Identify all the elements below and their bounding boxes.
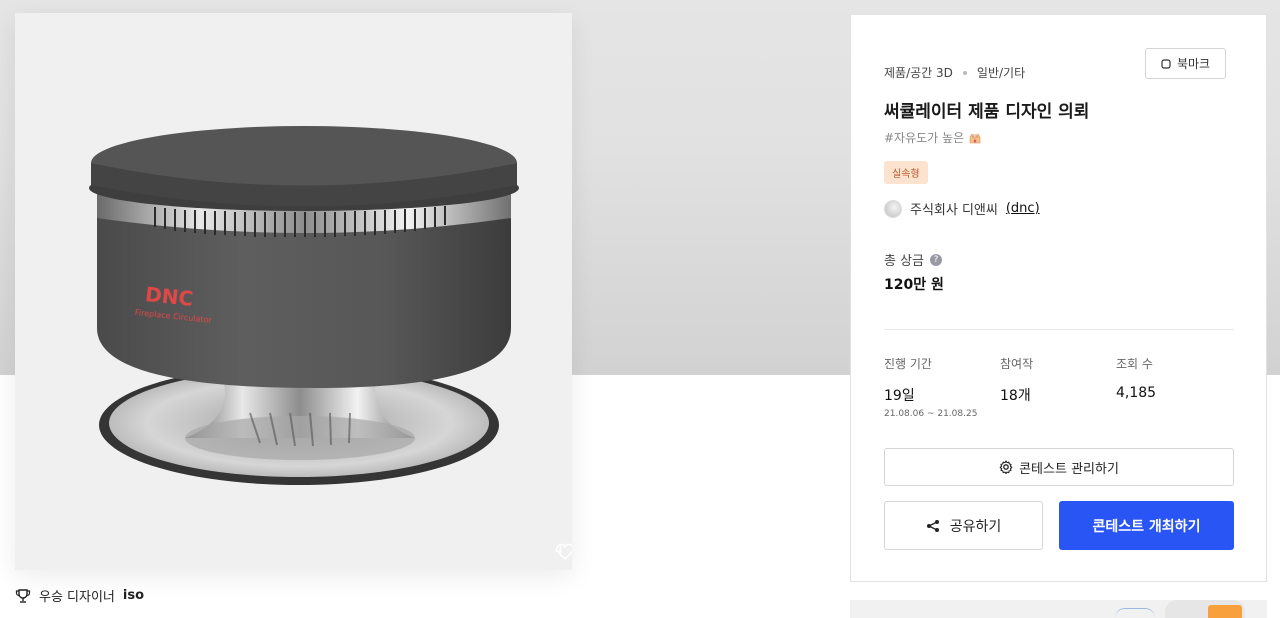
stat-value: 18개 — [1000, 388, 1031, 404]
prize-value: 120만 원 — [884, 277, 944, 293]
stat-value: 19일 — [884, 388, 915, 404]
stat-views: 조회 수 4,185 — [1116, 355, 1156, 401]
manage-label: 콘테스트 관리하기 — [1019, 461, 1119, 477]
winner-name[interactable]: iso — [123, 588, 144, 603]
prize-label: 총 상금 ? — [884, 250, 943, 269]
separator-dot — [962, 70, 967, 75]
gear-icon — [999, 460, 1013, 474]
category-breadcrumb: 제품/공간 3D 일반/기타 — [884, 64, 1025, 81]
divider — [884, 329, 1234, 330]
contest-tagline: #자유도가 높은 — [884, 129, 982, 146]
prize-label-text: 총 상금 — [884, 254, 925, 269]
tagline-text: #자유도가 높은 — [884, 131, 965, 145]
company-link[interactable]: (dnc) — [1006, 201, 1040, 216]
raised-hands-icon — [969, 132, 981, 143]
stat-label: 참여작 — [1000, 357, 1034, 371]
bookmark-button[interactable]: 북마크 — [1145, 48, 1226, 79]
heart-icon — [555, 543, 572, 561]
like-button[interactable]: 4 — [555, 543, 572, 561]
product-image: DNC Fireplace Circulator — [89, 126, 519, 485]
bookmark-icon — [1161, 58, 1171, 69]
category-label[interactable]: 제품/공간 3D — [884, 64, 953, 81]
manage-contest-button[interactable]: 콘테스트 관리하기 — [884, 448, 1234, 486]
plan-badge: 실속형 — [884, 161, 928, 184]
share-icon — [926, 519, 939, 532]
banner-label — [1208, 605, 1242, 618]
product-brand-text: DNC — [144, 282, 194, 311]
stat-value: 4,185 — [1116, 385, 1157, 401]
stat-label: 진행 기간 — [884, 357, 932, 371]
share-button[interactable]: 공유하기 — [884, 501, 1043, 550]
stat-label: 조회 수 — [1116, 357, 1153, 371]
contest-info-panel: 제품/공간 3D 일반/기타 북마크 써큘레이터 제품 디자인 의뢰 #자유도가… — [850, 14, 1267, 582]
stat-date-range: 21.08.06 ~ 21.08.25 — [884, 409, 978, 419]
winner-prefix: 우승 디자이너 — [39, 590, 115, 605]
company-info: 주식회사 디앤씨 (dnc) — [884, 199, 1040, 218]
winner-designer: 우승 디자이너 iso — [15, 586, 144, 605]
help-icon[interactable]: ? — [930, 253, 943, 266]
company-name: 주식회사 디앤씨 — [910, 203, 998, 218]
bookmark-label: 북마크 — [1176, 57, 1211, 71]
promo-banner[interactable] — [850, 600, 1267, 618]
host-contest-button[interactable]: 콘테스트 개최하기 — [1059, 501, 1234, 550]
product-image-card[interactable]: DNC Fireplace Circulator 4 — [15, 13, 572, 570]
company-logo — [884, 199, 902, 218]
trophy-icon — [15, 588, 31, 603]
stat-period: 진행 기간 19일 21.08.06 ~ 21.08.25 — [884, 355, 977, 419]
share-label: 공유하기 — [949, 518, 1002, 535]
contest-title: 써큘레이터 제품 디자인 의뢰 — [884, 102, 1090, 122]
subcategory-label[interactable]: 일반/기타 — [977, 64, 1025, 81]
stat-entries: 참여작 18개 — [1000, 355, 1033, 405]
banner-decoration — [1115, 608, 1155, 618]
